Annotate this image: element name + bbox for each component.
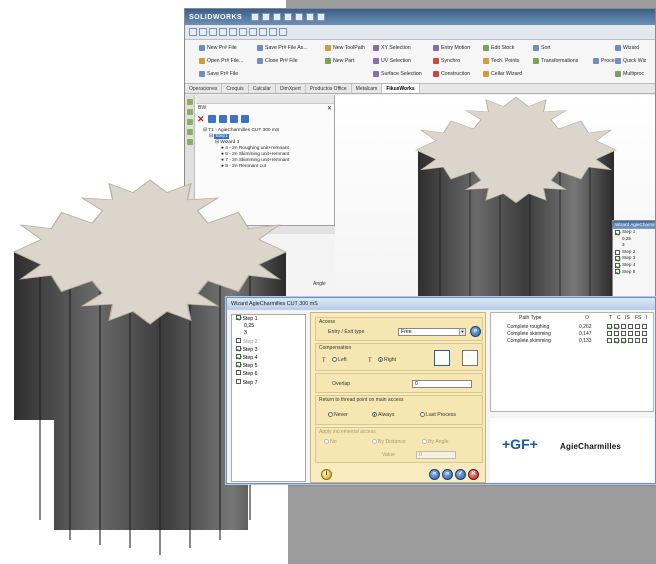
- column-header: I: [646, 315, 648, 321]
- checkbox-icon[interactable]: [621, 331, 626, 336]
- next-button[interactable]: »: [442, 469, 453, 480]
- gf-logo: +GF+: [502, 436, 538, 452]
- steps-list: Step 1 0,25 3 Step 2 Step 3 Step 4 Step …: [231, 314, 306, 482]
- column-header: C: [617, 315, 621, 321]
- step-item[interactable]: Step 4: [613, 262, 655, 269]
- wizard-title: Wizard AgieCharmilles CUT 300 mS: [227, 298, 655, 310]
- checkbox-icon[interactable]: [642, 338, 647, 343]
- mini-wizard-title: Wizard AgieCharmilles CUT 300 mS: [613, 221, 655, 229]
- wizard-window: Wizard AgieCharmilles CUT 300 mS Step 1 …: [226, 297, 656, 484]
- checkbox-icon: [615, 256, 620, 262]
- compensation-preview-icon[interactable]: [434, 350, 450, 366]
- checkbox-icon: [236, 315, 241, 320]
- accept-button[interactable]: ✓: [455, 469, 466, 480]
- incremental-group: Apply incremental access No By Distance …: [315, 427, 483, 463]
- checkbox-icon[interactable]: [628, 331, 633, 336]
- radio-last-process[interactable]: Last Process: [420, 412, 456, 418]
- step-item[interactable]: Step 3: [232, 345, 305, 354]
- checkbox-icon[interactable]: [614, 331, 619, 336]
- column-header: Path Type: [519, 315, 542, 321]
- checkbox-icon[interactable]: [642, 324, 647, 329]
- step-item[interactable]: Step 2: [613, 249, 655, 256]
- step-item[interactable]: Step 1: [232, 315, 305, 323]
- radio-left[interactable]: Left: [332, 357, 347, 363]
- checkbox-icon[interactable]: [614, 338, 619, 343]
- checkbox-icon[interactable]: [628, 324, 633, 329]
- checkbox-icon: [615, 269, 620, 275]
- brand-area: +GF+ AgieCharmilles: [490, 418, 654, 482]
- radio-always[interactable]: Always: [372, 412, 394, 418]
- step-item[interactable]: Step 7: [232, 378, 305, 387]
- column-header: O: [585, 315, 589, 321]
- checkbox-icon[interactable]: [635, 338, 640, 343]
- incremental-value-input[interactable]: 0: [416, 451, 456, 459]
- checkbox-icon[interactable]: [628, 338, 633, 343]
- radio-by-distance[interactable]: By Distance: [372, 439, 406, 445]
- step-value: 0,25: [244, 323, 255, 330]
- access-settings-button[interactable]: »: [470, 326, 481, 337]
- option-checkboxes: [607, 324, 647, 343]
- step-item[interactable]: Step 6: [232, 370, 305, 378]
- checkbox-icon: [615, 262, 620, 268]
- checkbox-icon[interactable]: [635, 324, 640, 329]
- checkbox-icon[interactable]: [614, 324, 619, 329]
- checkbox-icon: [236, 370, 241, 376]
- table-cell: 0,147: [579, 331, 592, 337]
- wizard-window-background: Wizard AgieCharmilles CUT 300 mS Step 1 …: [612, 220, 656, 300]
- table-cell: 0,262: [579, 324, 592, 330]
- left-compensation-icon: ᴛ: [322, 355, 326, 364]
- wizard-options-panel: Access Entry / Exit type Free ▼ » Compens…: [310, 312, 486, 483]
- checkbox-icon: [615, 249, 620, 255]
- checkbox-icon[interactable]: [607, 324, 612, 329]
- return-group: Return to thread point on main access Ne…: [315, 395, 483, 425]
- checkbox-icon[interactable]: [607, 331, 612, 336]
- overlap-input[interactable]: 0: [412, 380, 472, 388]
- path-type-table: Path Type O T C IS FS I Complete roughin…: [490, 312, 654, 412]
- step-item[interactable]: Step 2: [232, 337, 305, 346]
- step-item[interactable]: Step 5: [232, 362, 305, 370]
- compensation-preview-icon[interactable]: [462, 350, 478, 366]
- column-header: IS: [625, 315, 630, 321]
- right-compensation-icon: ᴛ: [368, 355, 372, 364]
- step-value: 3: [244, 330, 247, 337]
- radio-no[interactable]: No: [324, 439, 337, 445]
- compensation-group: Compensation ᴛ Left ᴛ Right: [315, 343, 483, 371]
- checkbox-icon: [236, 362, 241, 368]
- checkbox-icon[interactable]: [607, 338, 612, 343]
- chevron-down-icon: ▼: [459, 329, 465, 335]
- radio-right[interactable]: Right: [378, 357, 396, 363]
- table-row: Complete skimming: [507, 331, 551, 337]
- checkbox-icon: [236, 378, 241, 384]
- overlap-group: Overlap 0: [315, 373, 483, 393]
- radio-never[interactable]: Never: [328, 412, 348, 418]
- checkbox-icon[interactable]: [642, 331, 647, 336]
- agiecharmilles-logo: AgieCharmilles: [560, 442, 622, 451]
- table-row: Complete skimming: [507, 338, 551, 344]
- composite-screenshot: SOLIDWORKS New Pr# File Save Pr# File As…: [0, 0, 656, 564]
- entry-exit-type-select[interactable]: Free ▼: [398, 328, 466, 336]
- table-row: Complete roughing: [507, 324, 550, 330]
- snowflake-prism-small: [415, 96, 617, 300]
- step-item[interactable]: Step 1: [613, 229, 655, 236]
- column-header: T: [609, 315, 613, 321]
- column-header: FS: [635, 315, 642, 321]
- step-value: 0,25: [622, 235, 631, 241]
- checkbox-icon: [236, 345, 241, 351]
- checkbox-icon[interactable]: [621, 338, 626, 343]
- step-item[interactable]: Step 3: [613, 255, 655, 262]
- checkbox-icon[interactable]: [621, 324, 626, 329]
- access-group: Access Entry / Exit type Free ▼ »: [315, 317, 483, 341]
- table-cell: 0,133: [579, 338, 592, 344]
- step-item[interactable]: Step 5: [613, 269, 655, 276]
- step-value: 3: [622, 242, 625, 248]
- info-button[interactable]: i: [321, 469, 332, 480]
- radio-by-angle[interactable]: By Angle: [422, 439, 448, 445]
- checkbox-icon[interactable]: [635, 331, 640, 336]
- cancel-button[interactable]: ✕: [468, 469, 479, 480]
- checkbox-icon: [236, 354, 241, 360]
- step-item[interactable]: Step 4: [232, 354, 305, 362]
- checkbox-icon: [615, 229, 620, 235]
- previous-button[interactable]: «: [429, 469, 440, 480]
- checkbox-icon: [236, 337, 241, 343]
